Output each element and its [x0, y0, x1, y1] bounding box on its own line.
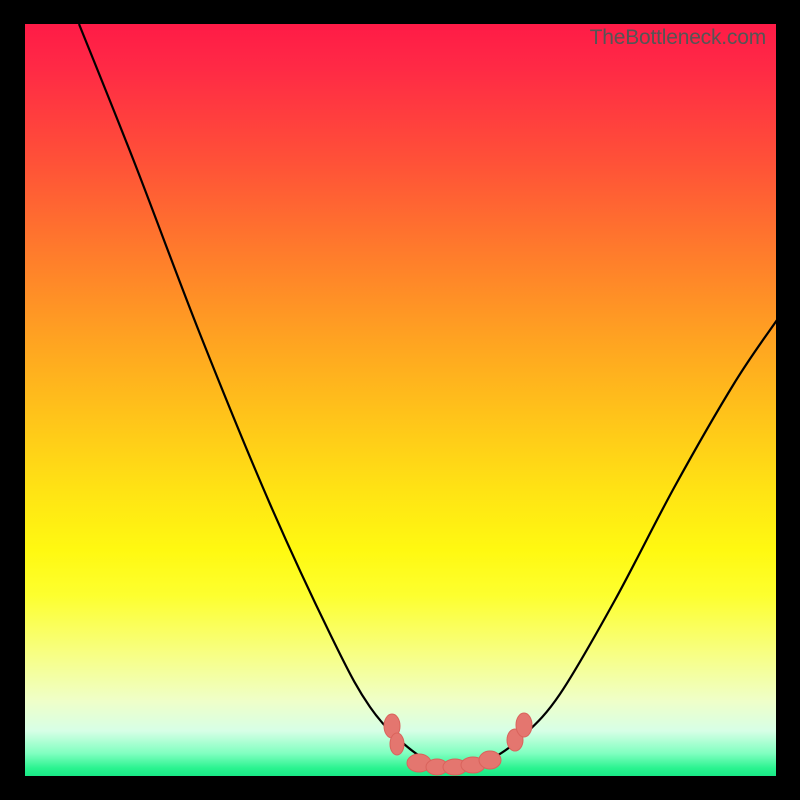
data-marker: [479, 751, 501, 769]
chart-svg: [25, 24, 776, 776]
bottleneck-curve: [79, 24, 777, 767]
data-marker: [390, 733, 404, 755]
marker-group: [384, 713, 532, 775]
plot-area: TheBottleneck.com: [25, 24, 776, 776]
data-marker: [516, 713, 532, 737]
